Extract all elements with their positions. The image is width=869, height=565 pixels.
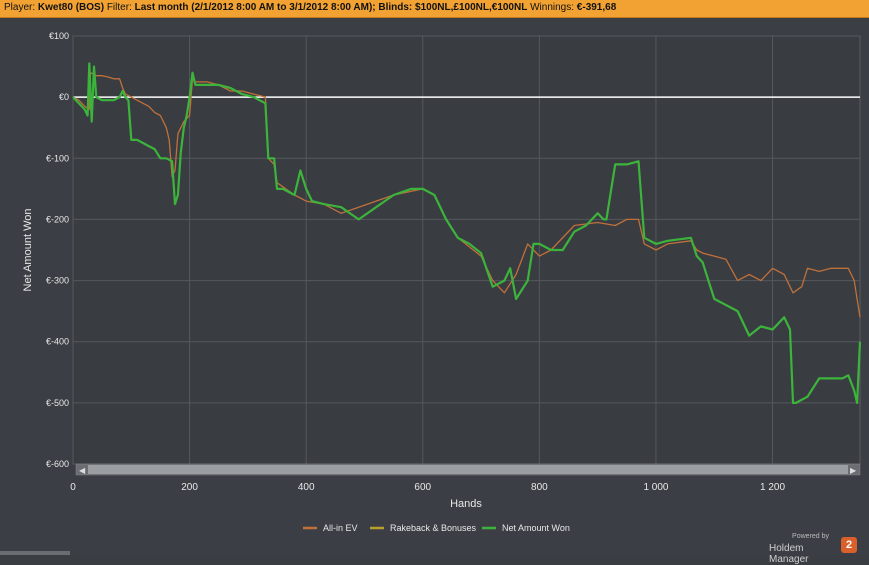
legend-label: All-in EV (323, 523, 358, 533)
brand-name: Holdem Manager (769, 543, 809, 565)
legend-label: Net Amount Won (502, 523, 570, 533)
y-tick-label: €-600 (46, 459, 69, 469)
legend-label: Rakeback & Bonuses (390, 523, 477, 533)
scrollbar-thumb[interactable] (88, 465, 848, 474)
y-tick-label: €-500 (46, 398, 69, 408)
brand-logo-icon: 2 (841, 537, 857, 553)
y-tick-label: €-200 (46, 214, 69, 224)
bottom-tab[interactable] (0, 551, 70, 555)
x-tick-label: 400 (298, 482, 315, 493)
y-axis-title: Net Amount Won (22, 209, 34, 292)
x-tick-label: 200 (181, 482, 198, 493)
y-tick-label: €-100 (46, 153, 69, 163)
chart-frame: €100 €0 €-100 €-200 €-300 €-400 €-500 €-600 0 200… (0, 18, 869, 565)
x-axis-title: Hands (450, 498, 482, 510)
scroll-right-arrow[interactable]: ▶ (850, 466, 857, 475)
powered-by-badge: Powered by Holdem Manager 2 (769, 533, 859, 565)
y-tick-label: €-300 (46, 276, 69, 286)
scroll-left-arrow[interactable]: ◀ (79, 466, 86, 475)
header-text: Player: Kwet80 (BOS) Filter: Last month … (4, 2, 617, 13)
net-won-chart: €100 €0 €-100 €-200 €-300 €-400 €-500 €-600 0 200… (22, 31, 862, 533)
x-tick-label: 600 (414, 482, 431, 493)
header-bar: Player: Kwet80 (BOS) Filter: Last month … (0, 0, 869, 18)
x-tick-label: 800 (531, 482, 548, 493)
x-tick-label: 0 (70, 482, 76, 493)
x-tick-label: 1 000 (643, 482, 668, 493)
powered-by-label: Powered by (792, 533, 829, 540)
y-tick-label: €0 (59, 92, 69, 102)
y-tick-label: €-400 (46, 337, 69, 347)
y-tick-label: €100 (49, 31, 69, 41)
x-tick-label: 1 200 (760, 482, 785, 493)
